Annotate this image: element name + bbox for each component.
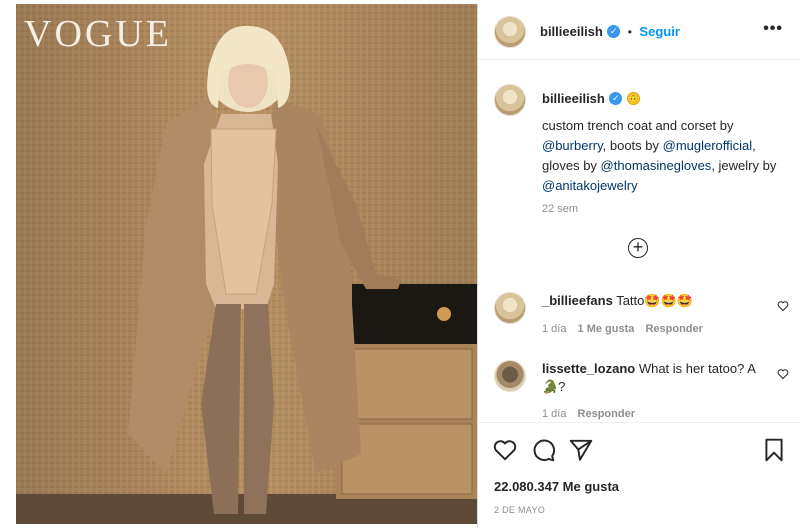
- reply-button[interactable]: Responder: [578, 408, 635, 420]
- caption-text-part: , boots by: [602, 138, 663, 153]
- post-image[interactable]: VOGUE: [16, 4, 477, 524]
- follow-button[interactable]: Seguir: [639, 24, 679, 39]
- comment-avatar[interactable]: [494, 360, 526, 392]
- load-more-comments-button[interactable]: +: [628, 238, 648, 258]
- small-heart-icon[interactable]: [777, 300, 789, 312]
- bookmark-icon[interactable]: [761, 437, 787, 463]
- caption-text: custom trench coat and corset by @burber…: [542, 116, 782, 196]
- post-actions: 22.080.347 Me gusta 2 DE MAYO: [478, 422, 800, 529]
- comment-text: Tatto🤩🤩🤩: [616, 293, 693, 308]
- share-icon[interactable]: [568, 437, 594, 463]
- mention-link[interactable]: @anitakojewelry: [542, 178, 638, 193]
- caption-timestamp[interactable]: 22 sem: [542, 203, 578, 215]
- comment-item: lissette_lozano What is her tatoo? A 🐊?: [542, 360, 782, 396]
- instagram-post-modal: VOGUE billieeilish ✓ • Seguir ••• billie…: [0, 0, 800, 528]
- post-side-panel: billieeilish ✓ • Seguir ••• billieeilish…: [477, 4, 800, 528]
- magazine-logo: VOGUE: [24, 13, 172, 55]
- comment-meta: 1 día 1 Me gusta Responder: [542, 323, 703, 335]
- small-heart-icon[interactable]: [777, 368, 789, 380]
- caption-text-part: , jewelry by: [711, 158, 777, 173]
- comment-time[interactable]: 1 día: [542, 323, 566, 335]
- caption-author-line: billieeilish ✓ 🙃: [542, 90, 640, 108]
- upside-down-face-emoji: 🙃: [626, 92, 640, 106]
- post-header: billieeilish ✓ • Seguir •••: [478, 4, 800, 60]
- heart-icon[interactable]: [492, 437, 518, 463]
- author-avatar[interactable]: [494, 16, 526, 48]
- author-line: billieeilish ✓ • Seguir: [540, 23, 680, 41]
- comment-time[interactable]: 1 día: [542, 408, 566, 420]
- comment-username[interactable]: lissette_lozano: [542, 361, 635, 376]
- mention-link[interactable]: @thomasinegloves: [601, 158, 712, 173]
- comment-item: _billieefans Tatto🤩🤩🤩: [542, 292, 782, 310]
- mention-link[interactable]: @muglerofficial: [663, 138, 753, 153]
- reply-button[interactable]: Responder: [645, 323, 702, 335]
- comment-meta: 1 día Responder: [542, 408, 635, 420]
- caption-text-part: custom trench coat and corset by: [542, 118, 734, 133]
- comment-icon[interactable]: [530, 437, 556, 463]
- post-image-illustration: [16, 4, 477, 524]
- mention-link[interactable]: @burberry: [542, 138, 603, 153]
- author-username[interactable]: billieeilish: [540, 24, 603, 39]
- caption-avatar[interactable]: [494, 84, 526, 116]
- like-count[interactable]: 22.080.347 Me gusta: [494, 479, 619, 494]
- comment-avatar[interactable]: [494, 292, 526, 324]
- verified-icon: ✓: [607, 25, 621, 39]
- separator-dot: •: [627, 25, 632, 39]
- more-options-icon[interactable]: •••: [763, 20, 783, 38]
- verified-icon: ✓: [609, 92, 623, 106]
- comment-username[interactable]: _billieefans: [542, 293, 613, 308]
- comment-likes[interactable]: 1 Me gusta: [578, 323, 635, 335]
- post-date[interactable]: 2 DE MAYO: [494, 505, 545, 515]
- caption-username[interactable]: billieeilish: [542, 91, 605, 106]
